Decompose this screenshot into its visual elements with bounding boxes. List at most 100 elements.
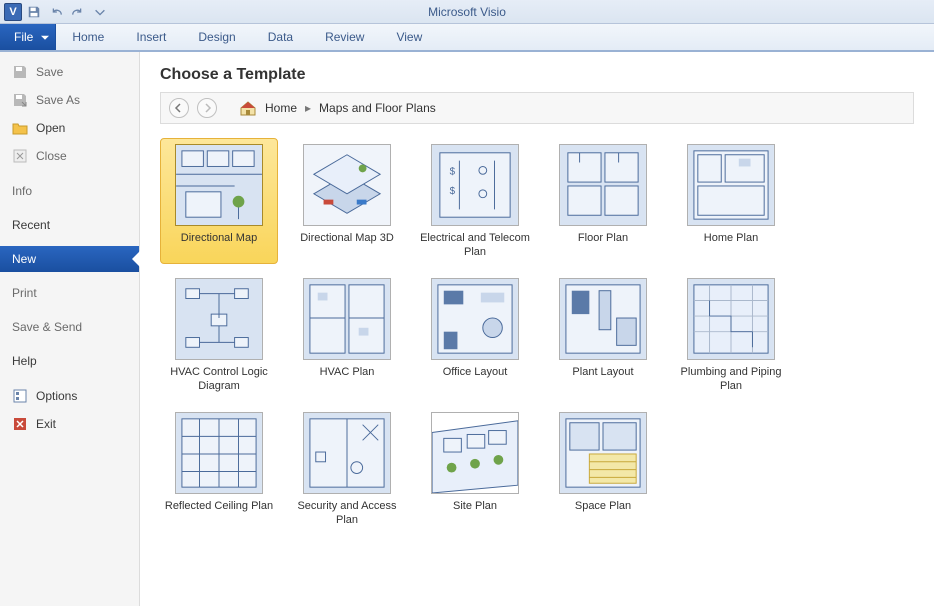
sidebar-item-close[interactable]: Close <box>0 142 139 170</box>
tab-view[interactable]: View <box>380 24 438 50</box>
sidebar-label: Info <box>12 184 32 198</box>
template-grid: Directional MapDirectional Map 3D$$Elect… <box>160 138 914 532</box>
template-label: Security and Access Plan <box>292 500 402 528</box>
sidebar-item-save-send[interactable]: Save & Send <box>0 314 139 340</box>
sidebar-label: Save As <box>36 93 80 107</box>
sidebar-item-print[interactable]: Print <box>0 280 139 306</box>
qat-redo-button[interactable] <box>68 2 88 22</box>
template-thumbnail <box>175 278 263 360</box>
template-label: Floor Plan <box>578 232 628 260</box>
sidebar-label: Close <box>36 149 67 163</box>
template-thumbnail <box>559 278 647 360</box>
title-bar: V Microsoft Visio <box>0 0 934 24</box>
template-thumbnail <box>175 144 263 226</box>
sidebar-item-options[interactable]: Options <box>0 382 139 410</box>
nav-back-button[interactable] <box>169 98 189 118</box>
sidebar-label: Options <box>36 389 77 403</box>
window-title: Microsoft Visio <box>428 5 506 19</box>
breadcrumb-bar: Home ▸ Maps and Floor Plans <box>160 92 914 124</box>
backstage-main: Choose a Template Home ▸ Maps and Floor … <box>140 52 934 606</box>
template-thumbnail <box>303 278 391 360</box>
svg-text:$: $ <box>450 166 456 177</box>
home-icon[interactable] <box>239 99 257 117</box>
ribbon-tabs: File Home Insert Design Data Review View <box>0 24 934 52</box>
template-item[interactable]: Space Plan <box>544 406 662 532</box>
template-thumbnail <box>687 144 775 226</box>
template-label: Directional Map 3D <box>300 232 394 260</box>
sidebar-label: Save & Send <box>12 320 82 334</box>
template-item[interactable]: Directional Map <box>160 138 278 264</box>
nav-forward-button[interactable] <box>197 98 217 118</box>
template-thumbnail <box>687 278 775 360</box>
template-label: Office Layout <box>443 366 508 394</box>
template-item[interactable]: HVAC Control Logic Diagram <box>160 272 278 398</box>
tab-design[interactable]: Design <box>182 24 251 50</box>
sidebar-item-exit[interactable]: Exit <box>0 410 139 438</box>
template-item[interactable]: $$Electrical and Telecom Plan <box>416 138 534 264</box>
svg-text:$: $ <box>450 186 456 197</box>
template-item[interactable]: Directional Map 3D <box>288 138 406 264</box>
qat-undo-button[interactable] <box>46 2 66 22</box>
tab-file[interactable]: File <box>0 24 56 50</box>
sidebar-item-save-as[interactable]: Save As <box>0 86 139 114</box>
page-heading: Choose a Template <box>160 66 914 84</box>
template-thumbnail <box>303 412 391 494</box>
sidebar-item-save[interactable]: Save <box>0 58 139 86</box>
template-label: Space Plan <box>575 500 631 528</box>
tab-data[interactable]: Data <box>252 24 309 50</box>
breadcrumb-category[interactable]: Maps and Floor Plans <box>319 101 436 115</box>
open-icon <box>12 120 28 136</box>
sidebar-label: Recent <box>12 218 50 232</box>
template-item[interactable]: Plant Layout <box>544 272 662 398</box>
exit-icon <box>12 416 28 432</box>
template-thumbnail: $$ <box>431 144 519 226</box>
template-thumbnail <box>431 278 519 360</box>
template-label: Site Plan <box>453 500 497 528</box>
template-item[interactable]: Security and Access Plan <box>288 406 406 532</box>
save-as-icon <box>12 92 28 108</box>
qat-save-button[interactable] <box>24 2 44 22</box>
template-thumbnail <box>431 412 519 494</box>
qat-customize-dropdown[interactable] <box>90 2 110 22</box>
tab-review[interactable]: Review <box>309 24 380 50</box>
sidebar-label: Print <box>12 286 37 300</box>
template-thumbnail <box>559 412 647 494</box>
template-label: Reflected Ceiling Plan <box>165 500 273 528</box>
sidebar-label: Save <box>36 65 63 79</box>
template-thumbnail <box>303 144 391 226</box>
close-icon <box>12 148 28 164</box>
chevron-right-icon: ▸ <box>305 101 311 115</box>
template-label: Electrical and Telecom Plan <box>420 232 530 260</box>
template-item[interactable]: Site Plan <box>416 406 534 532</box>
sidebar-label: Exit <box>36 417 56 431</box>
template-label: Directional Map <box>181 232 257 260</box>
template-item[interactable]: Home Plan <box>672 138 790 264</box>
tab-home[interactable]: Home <box>56 24 120 50</box>
template-item[interactable]: HVAC Plan <box>288 272 406 398</box>
template-label: Home Plan <box>704 232 758 260</box>
sidebar-item-help[interactable]: Help <box>0 348 139 374</box>
template-thumbnail <box>559 144 647 226</box>
template-label: Plumbing and Piping Plan <box>676 366 786 394</box>
template-item[interactable]: Plumbing and Piping Plan <box>672 272 790 398</box>
template-label: HVAC Control Logic Diagram <box>164 366 274 394</box>
sidebar-label: Help <box>12 354 37 368</box>
template-item[interactable]: Floor Plan <box>544 138 662 264</box>
sidebar-item-info[interactable]: Info <box>0 178 139 204</box>
sidebar-item-recent[interactable]: Recent <box>0 212 139 238</box>
app-icon[interactable]: V <box>4 3 22 21</box>
breadcrumb-home[interactable]: Home <box>265 101 297 115</box>
backstage-sidebar: Save Save As Open Close Info Recent New … <box>0 52 140 606</box>
sidebar-item-open[interactable]: Open <box>0 114 139 142</box>
tab-insert[interactable]: Insert <box>120 24 182 50</box>
template-label: HVAC Plan <box>320 366 375 394</box>
template-item[interactable]: Reflected Ceiling Plan <box>160 406 278 532</box>
sidebar-label: Open <box>36 121 65 135</box>
sidebar-item-new[interactable]: New <box>0 246 139 272</box>
template-label: Plant Layout <box>572 366 633 394</box>
template-item[interactable]: Office Layout <box>416 272 534 398</box>
options-icon <box>12 388 28 404</box>
sidebar-label: New <box>12 252 36 266</box>
template-thumbnail <box>175 412 263 494</box>
save-icon <box>12 64 28 80</box>
